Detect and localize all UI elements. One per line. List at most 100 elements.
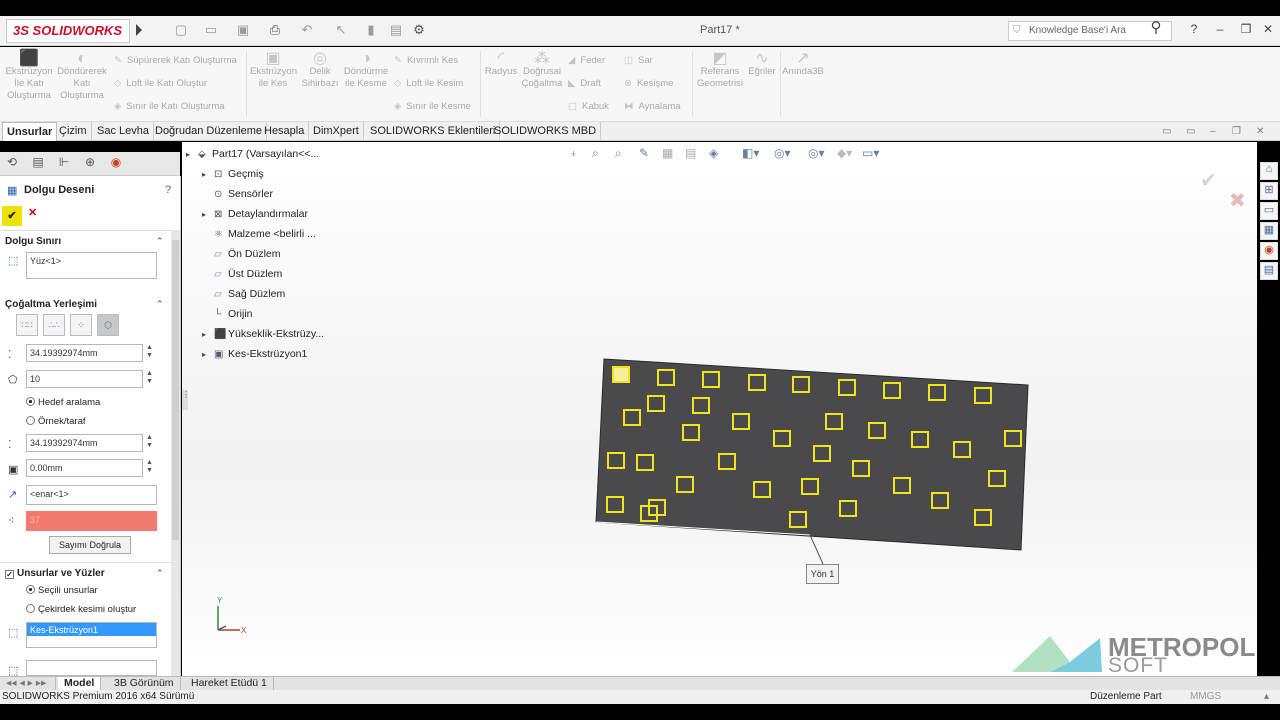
- margin-field[interactable]: 0.00mm: [26, 459, 143, 477]
- fill-boundary-list[interactable]: Yüz<1>: [26, 252, 157, 279]
- rebuild-icon[interactable]: ▮: [360, 22, 382, 40]
- options-gear-icon[interactable]: ⚙: [408, 22, 430, 40]
- select-icon[interactable]: ↖: [330, 22, 352, 40]
- solidworks-logo[interactable]: 3S SOLIDWORKS: [6, 19, 130, 43]
- help-button[interactable]: ?: [165, 184, 171, 196]
- features-faces-checkbox[interactable]: ✓: [5, 570, 14, 579]
- rib-button[interactable]: ◢ Feder: [568, 55, 605, 66]
- perforation-layout-button[interactable]: ∷∷: [16, 314, 38, 336]
- collapse-icon[interactable]: ⌃: [156, 236, 164, 247]
- search-icon[interactable]: ⚲: [1146, 18, 1166, 36]
- intersect-button[interactable]: ⊗ Kesişme: [624, 78, 673, 89]
- display-manager-icon[interactable]: ◉: [106, 155, 126, 173]
- tab-model[interactable]: Model: [58, 677, 102, 690]
- print-icon[interactable]: ⎙: [264, 22, 286, 40]
- square-layout-button[interactable]: ⁘: [70, 314, 92, 336]
- draft-button[interactable]: ◣ Draft: [568, 78, 601, 89]
- configuration-manager-icon[interactable]: ⊩: [54, 155, 74, 173]
- direction-callout[interactable]: Yön 1: [806, 564, 839, 584]
- restore-icon[interactable]: ❐: [1236, 22, 1256, 40]
- pm-scrollbar[interactable]: [171, 230, 180, 676]
- mirror-button[interactable]: ⧓ Aynalama: [624, 101, 681, 112]
- loop-spacing-field[interactable]: 34.19392974mm: [26, 434, 143, 452]
- revolve-cut-button[interactable]: ◑ Döndürme ile Kesme: [342, 51, 390, 90]
- target-spacing-radio[interactable]: Hedef aralama: [26, 397, 100, 408]
- features-faces-section[interactable]: ✓ Unsurlar ve Yüzler: [5, 568, 105, 579]
- boundary-cut-button[interactable]: ◈ Sınır ile Kesme: [394, 101, 471, 112]
- direction-field[interactable]: <enar<1>: [26, 485, 157, 505]
- spin-arrows-icon[interactable]: ▲ ▼: [146, 344, 153, 360]
- new-file-icon[interactable]: ▢: [170, 22, 192, 40]
- help-status-icon[interactable]: ▴: [1264, 690, 1269, 704]
- circular-layout-button[interactable]: ∴∴: [43, 314, 65, 336]
- viewport-close-icon[interactable]: ✕: [1256, 126, 1264, 137]
- tab-sheet-metal[interactable]: Sac Levha: [93, 122, 154, 141]
- tab-mbd[interactable]: SOLIDWORKS MBD: [490, 122, 602, 141]
- design-library-icon[interactable]: ⊞: [1260, 182, 1278, 200]
- close-icon[interactable]: ✕: [1258, 22, 1278, 40]
- help-icon[interactable]: ?: [1184, 22, 1204, 40]
- undo-icon[interactable]: ↶: [296, 22, 318, 40]
- seed-cut-radio[interactable]: Çekirdek kesimi oluştur: [26, 604, 136, 615]
- graphics-area[interactable]: ⋮ ▸ ⬙ Part17 (Varsayılan<<... ▸ ⊡ Geçmiş ⊙…: [182, 142, 1257, 677]
- tab-evaluate[interactable]: Hesapla: [260, 122, 310, 141]
- tab-direct-editing[interactable]: Doğrudan Düzenleme: [151, 122, 268, 141]
- menu-expand-arrow[interactable]: [136, 24, 142, 36]
- reference-geometry-button[interactable]: ◩ Referans Geometrisi: [696, 51, 744, 90]
- open-file-icon[interactable]: ▭: [200, 22, 222, 40]
- polygon-sides-field[interactable]: 10: [26, 370, 143, 388]
- save-icon[interactable]: ▣: [232, 22, 254, 40]
- spacing-field[interactable]: 34.19392974mm: [26, 344, 143, 362]
- polygon-layout-button[interactable]: ⬡: [97, 314, 119, 336]
- hole-wizard-button[interactable]: ◎ Delik Sihirbazı: [298, 51, 342, 90]
- file-properties-icon[interactable]: ▤: [385, 22, 407, 40]
- swept-cut-button[interactable]: ✎ Kıvrımlı Kes: [394, 55, 458, 66]
- swept-boss-button[interactable]: ✎ Süpürerek Katı Oluşturma: [114, 55, 237, 66]
- viewport-tile-icon[interactable]: ▭: [1162, 126, 1171, 137]
- shell-button[interactable]: ▢ Kabuk: [568, 101, 609, 112]
- spin-arrows-icon[interactable]: ▲ ▼: [146, 459, 153, 475]
- selected-features-radio[interactable]: Seçili unsurlar: [26, 585, 98, 596]
- boundary-boss-button[interactable]: ◈ Sınır ile Katı Oluşturma: [114, 101, 225, 112]
- file-explorer-icon[interactable]: ▭: [1260, 202, 1278, 220]
- tab-addins[interactable]: SOLIDWORKS Eklentileri: [366, 122, 501, 141]
- extrude-boss-button[interactable]: ⬛ Ekstrüzyon İle Katı Oluşturma: [4, 51, 54, 102]
- spin-arrows-icon[interactable]: ▲ ▼: [146, 434, 153, 450]
- verify-count-button[interactable]: Sayımı Doğrula: [49, 536, 131, 554]
- feature-list-item[interactable]: Kes-Ekstrüzyon1: [27, 623, 156, 636]
- tab-scroll-arrows[interactable]: ◂◂ ◂ ▸ ▸▸: [0, 677, 56, 690]
- wrap-button[interactable]: ◫ Sar: [624, 55, 653, 66]
- tab-3d-view[interactable]: 3B Görünüm: [108, 677, 181, 690]
- feature-manager-icon[interactable]: ⟲: [2, 155, 22, 173]
- appearances-icon[interactable]: ◉: [1260, 242, 1278, 260]
- tab-dimxpert[interactable]: DimXpert: [309, 122, 364, 141]
- instances-per-side-radio[interactable]: Örnek/taraf: [26, 416, 86, 427]
- view-palette-icon[interactable]: ▦: [1260, 222, 1278, 240]
- cancel-button[interactable]: ✕: [28, 206, 37, 219]
- layout-section[interactable]: Çoğaltma Yerleşimi: [5, 299, 97, 310]
- loft-boss-button[interactable]: ◇ Loft ile Katı Oluştur: [114, 78, 207, 89]
- plate-body[interactable]: [595, 358, 1029, 551]
- viewport-minimize-icon[interactable]: –: [1210, 126, 1216, 137]
- units-text[interactable]: MMGS: [1190, 690, 1221, 704]
- instant3d-button[interactable]: ↗ Anında3B: [782, 51, 824, 78]
- model-view[interactable]: [182, 142, 1257, 677]
- dimxpert-manager-icon[interactable]: ⊕: [80, 155, 100, 173]
- minimize-icon[interactable]: –: [1210, 22, 1230, 40]
- curves-button[interactable]: ∿ Eğriler: [746, 51, 778, 78]
- linear-pattern-button[interactable]: ⁂ Doğrusal Çoğaltma: [520, 51, 564, 90]
- faces-list[interactable]: [26, 660, 157, 676]
- home-icon[interactable]: ⌂: [1260, 162, 1278, 180]
- revolve-boss-button[interactable]: ◐ Döndürerek Katı Oluşturma: [56, 51, 108, 102]
- pattern-cut-instance[interactable]: [612, 366, 630, 383]
- tab-motion-study[interactable]: Hareket Etüdü 1: [185, 677, 274, 690]
- spin-arrows-icon[interactable]: ▲ ▼: [146, 370, 153, 386]
- fill-boundary-section[interactable]: Dolgu Sınırı: [5, 236, 61, 247]
- tab-sketch[interactable]: Çizim: [55, 122, 92, 141]
- custom-properties-icon[interactable]: ▤: [1260, 262, 1278, 280]
- collapse-icon[interactable]: ⌃: [156, 568, 164, 579]
- viewport-restore-icon[interactable]: ❐: [1232, 126, 1241, 137]
- loft-cut-button[interactable]: ◇ Loft ile Kesim: [394, 78, 463, 89]
- tab-features[interactable]: Unsurlar: [2, 122, 58, 141]
- fillet-button[interactable]: ◜ Radyus: [484, 51, 518, 78]
